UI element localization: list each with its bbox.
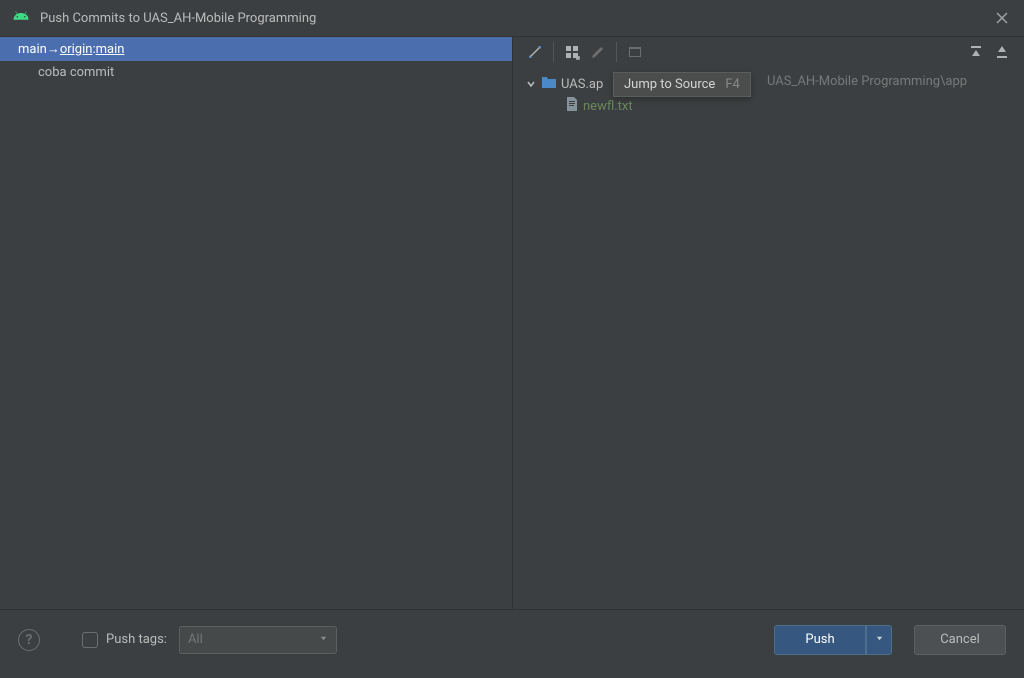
files-panel: UAS.ap newfl.txt Jump to Source F4: [513, 37, 1024, 609]
branch-local: main: [18, 42, 47, 57]
tooltip: Jump to Source F4: [613, 72, 751, 97]
toolbar-separator: [553, 42, 554, 62]
branch-target[interactable]: main: [96, 42, 125, 57]
preview-diff-icon[interactable]: [623, 40, 647, 64]
expand-all-icon[interactable]: [964, 40, 988, 64]
bottom-bar: ? Push tags: All Push Cancel: [0, 609, 1024, 669]
push-tags-dropdown[interactable]: All: [179, 626, 337, 654]
collapse-all-icon[interactable]: [990, 40, 1014, 64]
toolbar-separator: [616, 42, 617, 62]
commit-message: coba commit: [38, 65, 114, 80]
window-title: Push Commits to UAS_AH-Mobile Programmin…: [40, 11, 316, 26]
tree-file-label: newfl.txt: [583, 99, 633, 114]
main-area: main → origin : main coba commit: [0, 37, 1024, 609]
commits-panel: main → origin : main coba commit: [0, 37, 513, 609]
branch-remote[interactable]: origin: [60, 42, 93, 57]
push-button-group: Push: [774, 625, 892, 655]
files-toolbar: [513, 37, 1024, 67]
android-studio-icon: [12, 7, 30, 29]
group-by-icon[interactable]: [560, 40, 584, 64]
cancel-button-label: Cancel: [940, 632, 980, 647]
tooltip-label: Jump to Source: [624, 77, 715, 92]
branch-row[interactable]: main → origin : main: [0, 37, 512, 61]
folder-icon: [541, 75, 557, 93]
edit-source-icon[interactable]: [586, 40, 610, 64]
chevron-down-icon[interactable]: [525, 78, 537, 90]
tooltip-shortcut: F4: [725, 77, 740, 92]
push-button[interactable]: Push: [774, 625, 866, 655]
tree-root-path-wrap: UAS_AH-Mobile Programming\app: [763, 74, 967, 89]
title-left: Push Commits to UAS_AH-Mobile Programmin…: [12, 7, 316, 29]
push-tags-label: Push tags:: [106, 632, 167, 647]
text-file-icon: [565, 96, 579, 116]
push-tags-value: All: [188, 632, 203, 647]
push-dropdown-button[interactable]: [866, 625, 892, 655]
commit-row[interactable]: coba commit: [0, 61, 512, 83]
cancel-button[interactable]: Cancel: [914, 625, 1006, 655]
chevron-down-icon: [875, 632, 884, 647]
tree-file-row[interactable]: newfl.txt: [517, 95, 1020, 117]
tree-root-path: UAS_AH-Mobile Programming\app: [767, 74, 967, 89]
tree-root-label: UAS.ap: [561, 77, 603, 92]
push-tags-checkbox[interactable]: [82, 632, 98, 648]
push-button-label: Push: [805, 632, 834, 647]
help-button[interactable]: ?: [18, 629, 40, 651]
branch-arrow: →: [47, 41, 60, 57]
file-tree: UAS.ap newfl.txt Jump to Source F4: [513, 67, 1024, 123]
close-button[interactable]: [992, 8, 1012, 28]
help-icon: ?: [26, 632, 33, 648]
close-icon: [995, 11, 1009, 25]
chevron-down-icon: [319, 632, 328, 647]
title-bar: Push Commits to UAS_AH-Mobile Programmin…: [0, 0, 1024, 37]
show-diff-icon[interactable]: [523, 40, 547, 64]
push-tags-checkbox-wrap: Push tags:: [82, 632, 167, 648]
